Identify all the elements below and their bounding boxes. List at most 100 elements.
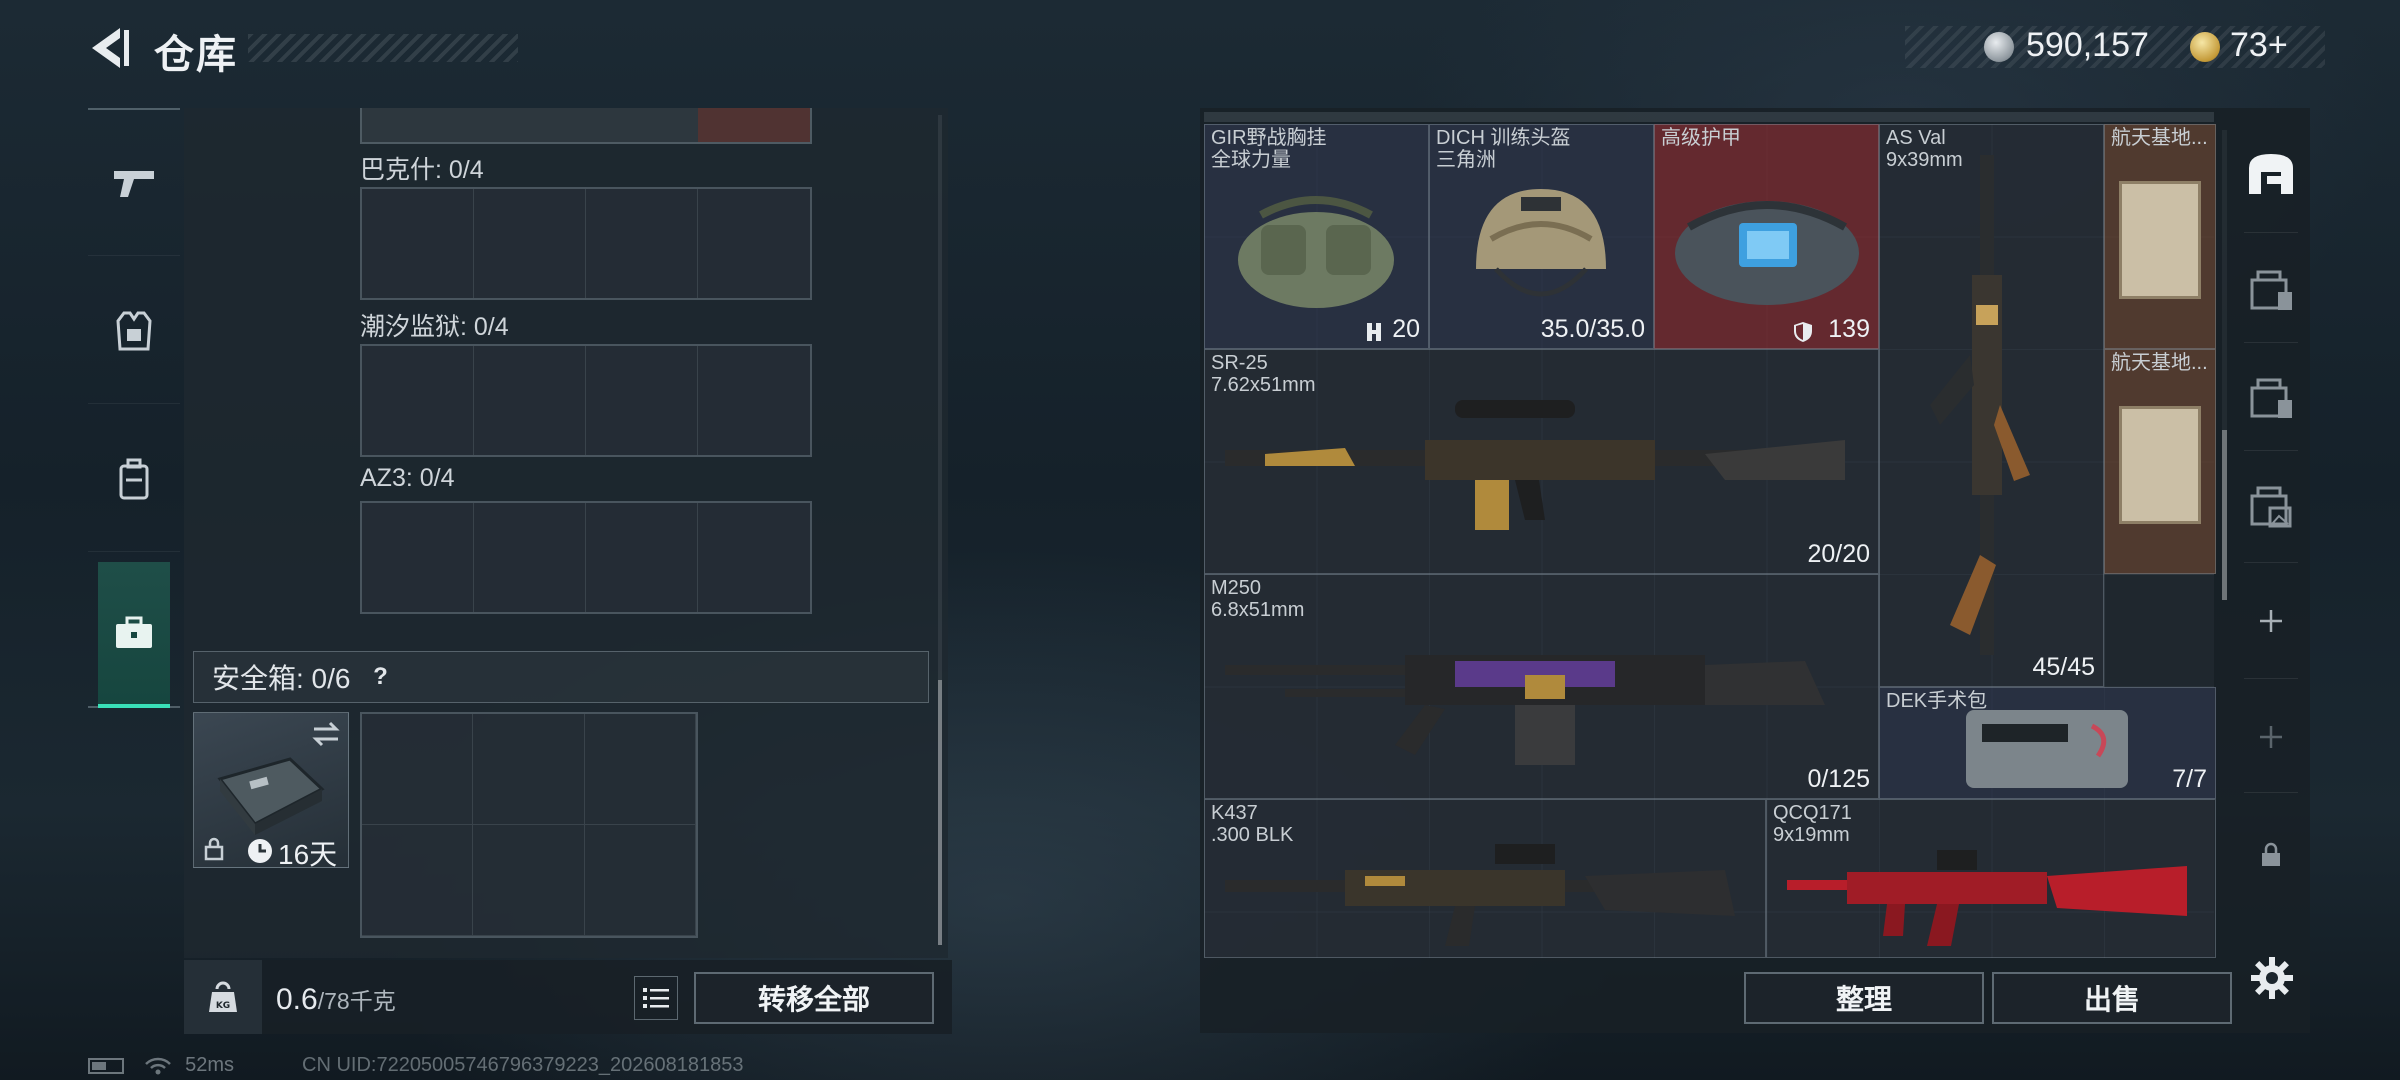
inventory-item[interactable]: K437 .300 BLK xyxy=(1204,799,1766,958)
gear-icon xyxy=(2251,957,2293,999)
inventory-item[interactable]: DEK手术包 7/7 xyxy=(1879,687,2216,799)
map-image xyxy=(2119,406,2201,524)
pistol-icon xyxy=(114,170,154,197)
inventory-item[interactable]: GIR野战胸挂 全球力量 20 xyxy=(1204,124,1429,349)
stash-grid[interactable] xyxy=(360,501,812,614)
item-name: 高级护甲 xyxy=(1661,127,1741,149)
stash-section-label: AZ3: 0/4 xyxy=(360,464,455,492)
item-name: M250 xyxy=(1211,577,1262,599)
stash-section-label: 巴克什: 0/4 xyxy=(360,156,484,184)
transfer-all-button[interactable]: 转移全部 xyxy=(694,972,934,1024)
stash-grid[interactable] xyxy=(360,187,812,300)
safe-box-label: 安全箱: 0/6 xyxy=(212,663,351,694)
inventory-item[interactable]: SR-25 7.62x51mm 20/20 xyxy=(1204,349,1879,574)
sr-25-rifle-image xyxy=(1225,400,1845,530)
page-title: 仓库 xyxy=(154,33,238,77)
item-value: 139 xyxy=(1828,315,1870,343)
item-value: 7/7 xyxy=(2172,765,2207,793)
svg-text:KG: KG xyxy=(216,1001,230,1011)
ping-value: 52ms xyxy=(185,1054,235,1076)
hard-case-icon xyxy=(217,757,325,835)
title-decoration xyxy=(248,34,518,62)
safe-box-grid[interactable] xyxy=(360,712,698,938)
item-name: 航天基地... xyxy=(2111,127,2208,149)
shield-icon xyxy=(1794,322,1812,342)
storage-tab-4[interactable] xyxy=(2236,452,2306,562)
nav-item-armor[interactable] xyxy=(88,258,180,404)
gold-amount[interactable]: 73+ xyxy=(2230,26,2288,65)
item-name: AS Val xyxy=(1886,127,1946,149)
add-storage-button[interactable] xyxy=(2236,566,2306,676)
inventory-item[interactable]: 航天基地... xyxy=(2104,124,2216,349)
wifi-icon xyxy=(144,1057,171,1075)
capacity-icon xyxy=(1367,323,1381,341)
item-name: QCQ171 xyxy=(1773,802,1852,824)
inventory-item[interactable]: DICH 训练头盔 三角洲 35.0/35.0 xyxy=(1429,124,1654,349)
kettlebell-icon: KG xyxy=(209,981,237,1012)
inventory-item[interactable]: 高级护甲 139 xyxy=(1654,124,1879,349)
clock-icon xyxy=(248,839,272,863)
safe-box-item[interactable]: 16天 xyxy=(193,712,349,870)
inventory-item[interactable]: M250 6.8x51mm 0/125 xyxy=(1204,574,1879,799)
inventory-item[interactable]: QCQ171 9x19mm xyxy=(1766,799,2216,958)
stash-section-label: 潮汐监狱: 0/4 xyxy=(360,313,509,341)
swap-icon xyxy=(312,721,340,747)
nav-item-weapons[interactable] xyxy=(88,110,180,256)
armor-vest-icon xyxy=(116,311,152,350)
helmet-image xyxy=(1476,189,1606,297)
item-value: 20 xyxy=(1392,315,1420,343)
add-storage-button[interactable] xyxy=(2236,682,2306,792)
uid-text: CN UID:7220500574679637922​3_20260818185… xyxy=(302,1054,744,1076)
backpack-icon xyxy=(119,458,149,499)
list-view-button[interactable] xyxy=(634,976,678,1020)
list-icon xyxy=(643,988,669,1008)
qcq171-smg-image xyxy=(1787,850,2187,946)
silver-coin-icon xyxy=(1984,32,2014,62)
item-name: 航天基地... xyxy=(2111,352,2208,374)
warehouse-icon xyxy=(2249,154,2293,194)
m250-machine-gun-image xyxy=(1225,655,1825,765)
storage-image-icon xyxy=(2250,486,2292,528)
nav-item-safe-box[interactable] xyxy=(98,562,170,708)
map-image xyxy=(2119,181,2201,299)
help-icon[interactable]: ? xyxy=(366,663,394,691)
inventory-item[interactable]: AS Val 9x39mm 45/45 xyxy=(1879,124,2104,687)
weight-readout: 0.6/78千克 xyxy=(276,982,396,1017)
stash-grid[interactable] xyxy=(360,344,812,457)
storage-box-icon xyxy=(2250,270,2292,310)
sell-button[interactable]: 出售 xyxy=(1992,972,2232,1024)
storage-rail xyxy=(2236,108,2306,948)
weight-max: /78千克 xyxy=(317,988,396,1014)
chest-rig-image xyxy=(1238,196,1394,308)
settings-button[interactable] xyxy=(2242,948,2302,1008)
storage-box-icon xyxy=(2250,378,2292,418)
lock-icon xyxy=(204,837,224,861)
armor-bag-image xyxy=(1675,201,1859,305)
status-bar: 52ms xyxy=(88,1054,234,1077)
silver-amount: 590,157 xyxy=(2026,26,2149,64)
back-arrow-icon xyxy=(92,28,129,68)
storage-tab-3[interactable] xyxy=(2236,344,2306,454)
as-val-rifle-image xyxy=(1930,155,2030,655)
stash-slot-row-partial xyxy=(360,108,812,144)
safe-box-header: 安全箱: 0/6 ? xyxy=(193,651,929,703)
sort-button[interactable]: 整理 xyxy=(1744,972,1984,1024)
battery-icon xyxy=(88,1057,124,1074)
locked-storage[interactable] xyxy=(2236,800,2306,910)
weight-icon-box: KG xyxy=(184,960,262,1034)
inventory-scroll-thumb[interactable] xyxy=(2222,430,2227,600)
storage-tab-2[interactable] xyxy=(2236,236,2306,346)
item-sub: 全球力量 xyxy=(1211,149,1291,171)
storage-tab-main[interactable] xyxy=(2236,118,2306,228)
item-name: GIR野战胸挂 xyxy=(1211,127,1327,149)
back-button[interactable] xyxy=(86,24,142,72)
category-nav xyxy=(88,108,180,708)
nav-item-backpack[interactable] xyxy=(88,406,180,552)
plus-icon xyxy=(2260,610,2282,632)
inventory-top-strip xyxy=(1204,112,2214,122)
briefcase-icon xyxy=(116,616,152,648)
item-value: 45/45 xyxy=(2032,653,2095,681)
inventory-item[interactable]: 航天基地... xyxy=(2104,349,2216,574)
item-name: K437 xyxy=(1211,802,1258,824)
stash-scroll-thumb[interactable] xyxy=(938,680,942,945)
